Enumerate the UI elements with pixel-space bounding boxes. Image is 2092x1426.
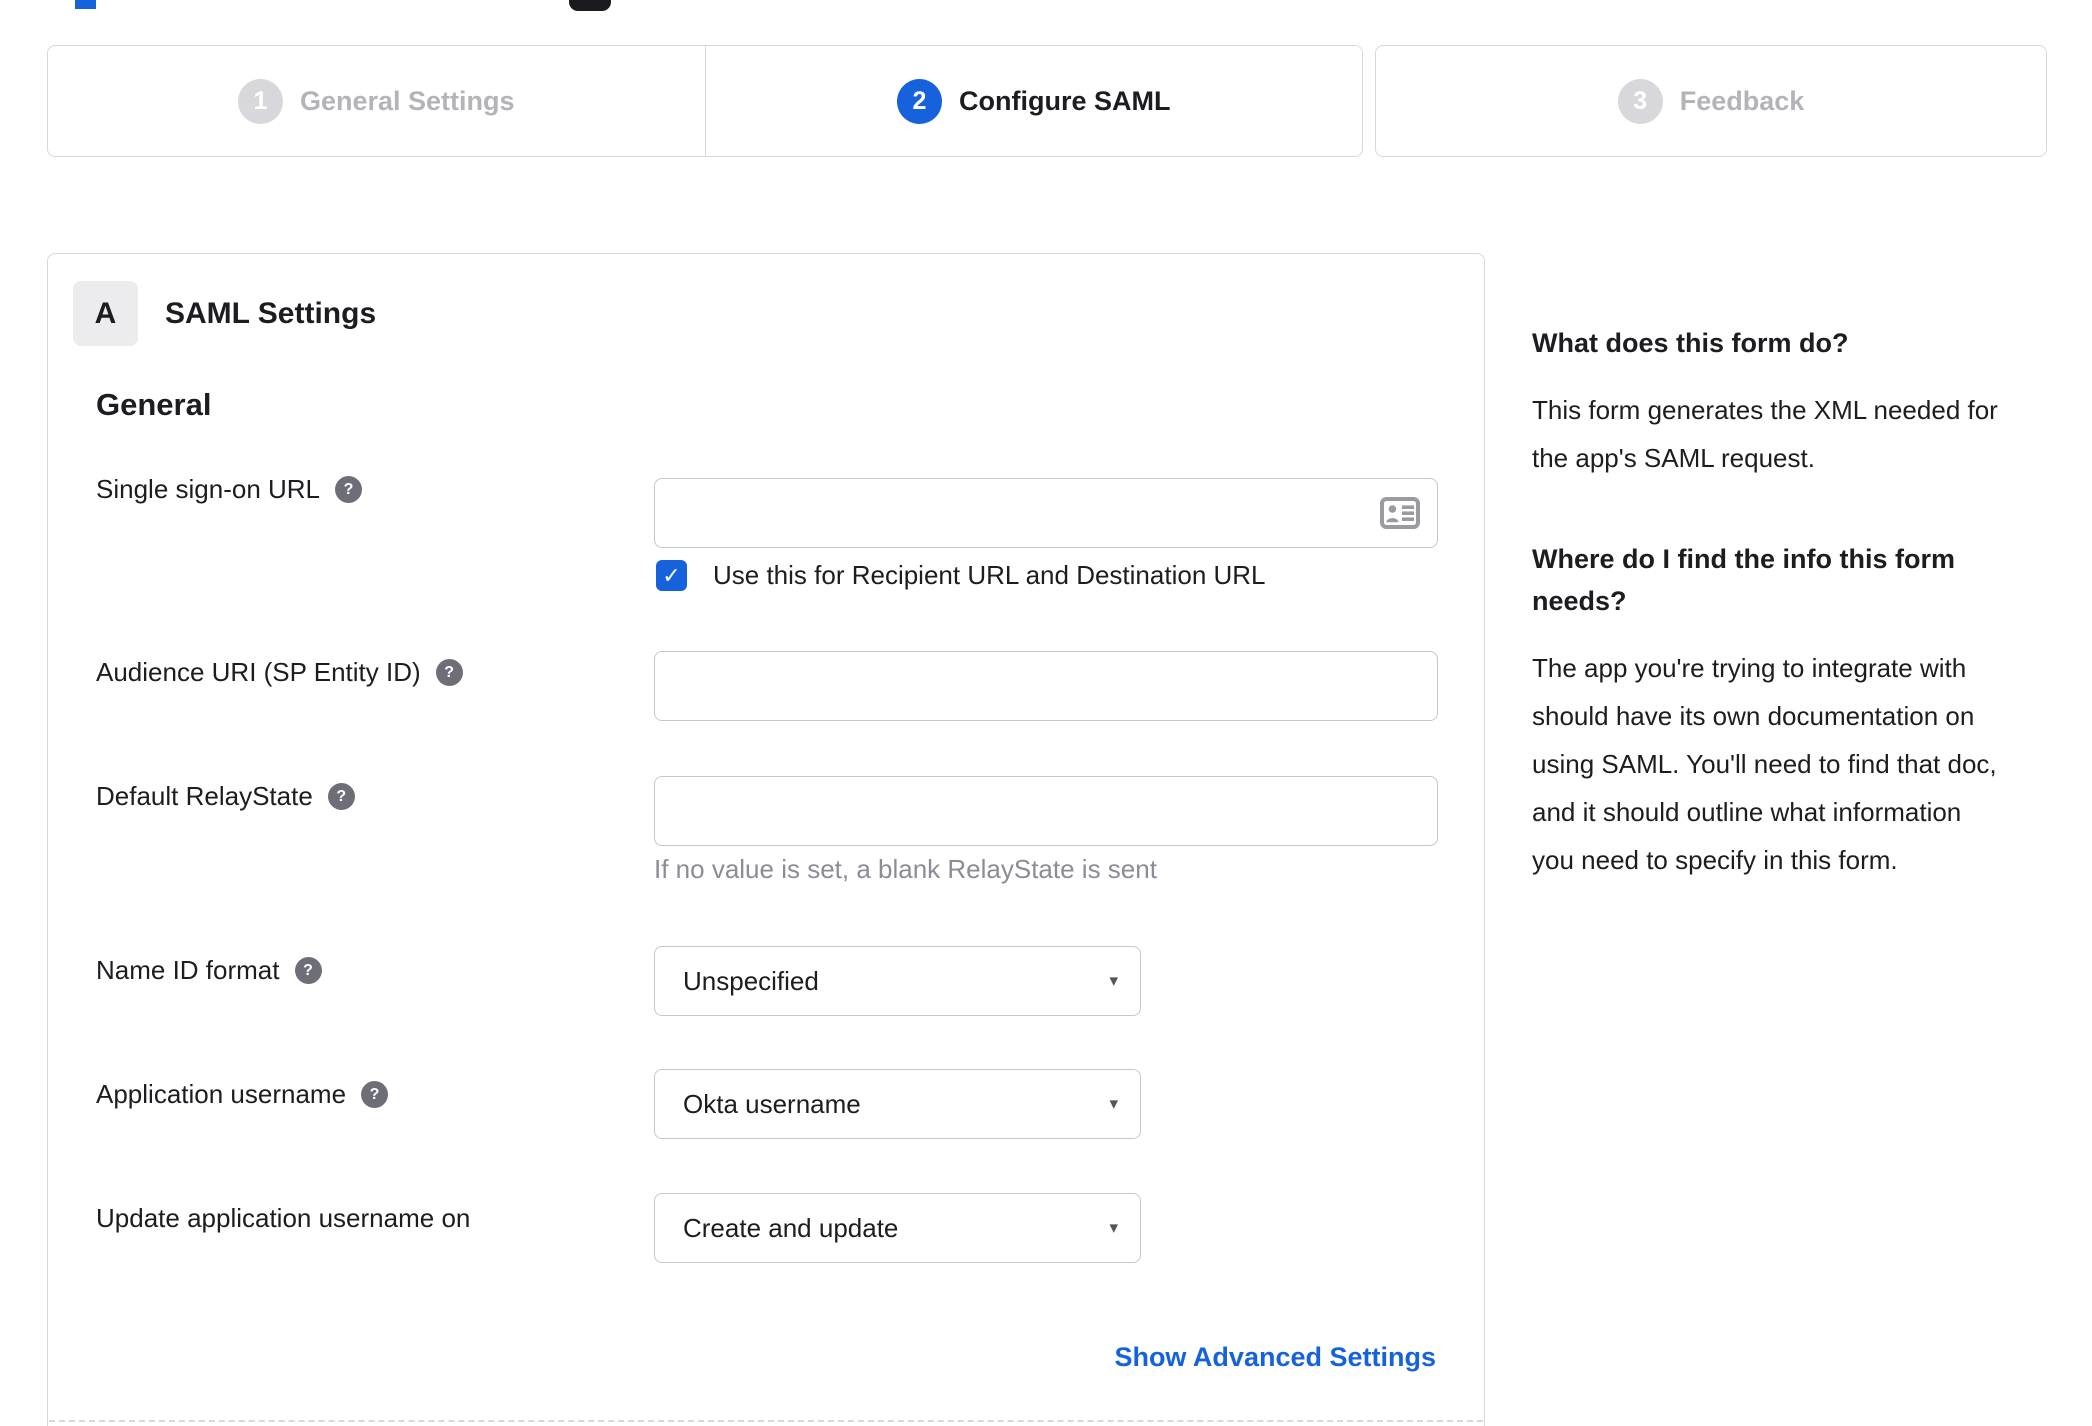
help-sidebar: What does this form do? This form genera… <box>1532 322 2002 884</box>
show-advanced-settings-link[interactable]: Show Advanced Settings <box>1114 1342 1436 1373</box>
audience-uri-label-text: Audience URI (SP Entity ID) <box>96 657 421 687</box>
section-heading-general: General <box>96 387 212 422</box>
sidebar-heading-what: What does this form do? <box>1532 328 1849 358</box>
update-application-username-value: Create and update <box>683 1212 899 1243</box>
help-icon[interactable]: ? <box>327 783 355 810</box>
help-icon[interactable]: ? <box>361 1081 389 1108</box>
section-a-badge: A <box>73 281 138 346</box>
recipient-url-checkbox-row: ✓ Use this for Recipient URL and Destina… <box>656 560 1266 591</box>
application-username-label-text: Application username <box>96 1079 347 1109</box>
name-id-format-label: Name ID format ? <box>96 955 322 986</box>
step-1-number-badge: 1 <box>237 78 283 124</box>
sidebar-body-what: This form generates the XML needed for t… <box>1532 395 1998 473</box>
step-2-number-badge: 2 <box>897 78 942 124</box>
configure-saml-page: 1 General Settings 2 Configure SAML 3 Fe… <box>0 0 2092 1426</box>
audience-uri-input[interactable] <box>654 651 1438 721</box>
chevron-down-icon: ▾ <box>1109 971 1118 990</box>
name-id-format-select[interactable]: Unspecified ▾ <box>654 946 1141 1016</box>
application-username-select[interactable]: Okta username ▾ <box>654 1069 1141 1139</box>
dashed-divider <box>49 1420 1483 1422</box>
step-configure-saml[interactable]: 2 Configure SAML <box>706 46 1363 156</box>
clipped-logo-fragment <box>75 0 96 9</box>
sidebar-body-where: The app you're trying to integrate with … <box>1532 653 1997 875</box>
step-3-number-badge: 3 <box>1617 78 1663 124</box>
single-sign-on-url-label-text: Single sign-on URL <box>96 474 321 504</box>
single-sign-on-url-label: Single sign-on URL ? <box>96 474 363 505</box>
application-username-value: Okta username <box>683 1088 861 1119</box>
update-application-username-label-text: Update application username on <box>96 1203 471 1233</box>
help-icon[interactable]: ? <box>335 476 363 503</box>
single-sign-on-url-input[interactable] <box>654 478 1438 548</box>
step-2-label: Configure SAML <box>959 85 1171 116</box>
update-application-username-label: Update application username on <box>96 1203 470 1234</box>
step-3-label: Feedback <box>1679 85 1805 116</box>
help-icon[interactable]: ? <box>294 957 322 984</box>
stepper-group: 1 General Settings 2 Configure SAML <box>47 45 1363 157</box>
default-relaystate-label: Default RelayState ? <box>96 781 355 812</box>
default-relaystate-input[interactable] <box>654 776 1438 846</box>
sidebar-heading-where: Where do I find the info this form needs… <box>1532 544 1955 616</box>
help-icon[interactable]: ? <box>435 659 463 686</box>
recipient-url-checkbox[interactable]: ✓ <box>656 560 687 591</box>
panel-title: SAML Settings <box>165 297 377 330</box>
step-feedback[interactable]: 3 Feedback <box>1376 46 2046 156</box>
chevron-down-icon: ▾ <box>1109 1094 1118 1113</box>
audience-uri-label: Audience URI (SP Entity ID) ? <box>96 657 463 688</box>
wizard-stepper: 1 General Settings 2 Configure SAML 3 Fe… <box>47 45 2047 157</box>
step-1-label: General Settings <box>299 85 515 116</box>
update-application-username-select[interactable]: Create and update ▾ <box>654 1193 1141 1263</box>
name-id-format-label-text: Name ID format <box>96 955 280 985</box>
recipient-url-checkbox-label: Use this for Recipient URL and Destinati… <box>713 560 1266 590</box>
chevron-down-icon: ▾ <box>1109 1218 1118 1237</box>
saml-settings-panel: A SAML Settings General Single sign-on U… <box>47 253 1485 1426</box>
clipped-header-icon-fragment <box>569 0 611 11</box>
default-relaystate-label-text: Default RelayState <box>96 781 313 811</box>
stepper-group-feedback: 3 Feedback <box>1375 45 2047 157</box>
application-username-label: Application username ? <box>96 1079 389 1110</box>
step-general-settings[interactable]: 1 General Settings <box>48 46 706 156</box>
relaystate-hint: If no value is set, a blank RelayState i… <box>654 854 1157 884</box>
name-id-format-value: Unspecified <box>683 965 819 996</box>
